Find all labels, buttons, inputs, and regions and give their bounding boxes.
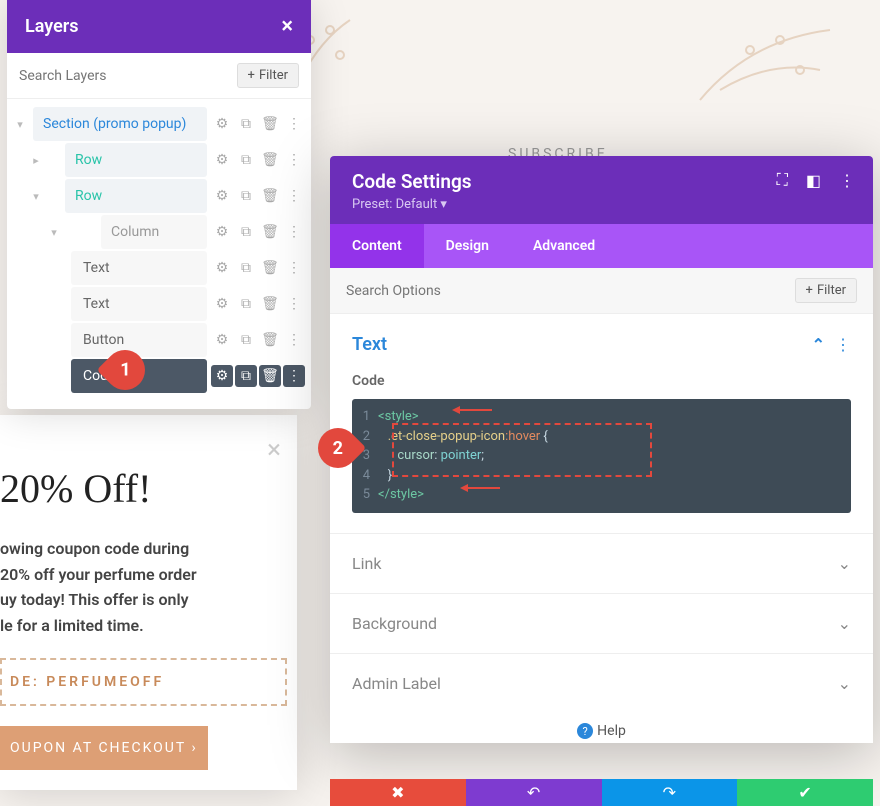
gear-icon[interactable]: ⚙	[211, 293, 233, 315]
coupon-code-box: DE: PERFUMEOFF	[0, 658, 287, 706]
tab-design[interactable]: Design	[424, 224, 511, 268]
cancel-button[interactable]: ✖	[330, 779, 466, 806]
duplicate-icon[interactable]: ⧉	[235, 113, 257, 135]
dots-icon[interactable]: ⋮	[283, 293, 305, 315]
dots-icon[interactable]: ⋮	[835, 335, 851, 354]
modal-search-row: + Filter	[330, 268, 873, 314]
modal-action-bar: ✖ ↶ ↷ ✔	[330, 779, 873, 806]
dots-icon[interactable]: ⋮	[839, 171, 855, 190]
layers-title: Layers	[25, 16, 79, 37]
dots-icon[interactable]: ⋮	[283, 257, 305, 279]
gear-icon[interactable]: ⚙	[211, 257, 233, 279]
layers-filter-button[interactable]: + Filter	[237, 63, 299, 88]
chevron-down-icon: ⌄	[838, 614, 851, 633]
trash-icon[interactable]: 🗑	[259, 149, 281, 171]
gear-icon[interactable]: ⚙	[211, 113, 233, 135]
accordion-admin-label[interactable]: Admin Label⌄	[330, 653, 873, 713]
trash-icon[interactable]: 🗑	[259, 365, 281, 387]
gear-icon[interactable]: ⚙	[211, 149, 233, 171]
close-icon[interactable]: ×	[267, 435, 281, 465]
popup-preview: × 20% Off! owing coupon code during 20% …	[0, 415, 297, 790]
dots-icon[interactable]: ⋮	[283, 149, 305, 171]
trash-icon[interactable]: 🗑	[259, 113, 281, 135]
tree-row-row2[interactable]: ▾ Row ⚙ ⧉ 🗑 ⋮	[13, 179, 305, 213]
duplicate-icon[interactable]: ⧉	[235, 149, 257, 171]
tree-row-text1[interactable]: Text ⚙ ⧉ 🗑 ⋮	[13, 251, 305, 285]
dots-icon[interactable]: ⋮	[283, 365, 305, 387]
gear-icon[interactable]: ⚙	[211, 365, 233, 387]
help-link[interactable]: ?Help	[330, 713, 873, 744]
tree-row-row1[interactable]: ▸ Row ⚙ ⧉ 🗑 ⋮	[13, 143, 305, 177]
modal-title: Code Settings	[352, 170, 472, 193]
chevron-down-icon: ⌄	[838, 554, 851, 573]
tab-content[interactable]: Content	[330, 224, 424, 268]
plus-icon: +	[248, 68, 255, 83]
help-icon: ?	[577, 723, 593, 739]
apply-coupon-button[interactable]: OUPON AT CHECKOUT ›	[0, 726, 208, 770]
expand-icon[interactable]: ⛶	[777, 170, 788, 190]
layers-tree: ▾ Section (promo popup) ⚙ ⧉ 🗑 ⋮ ▸ Row ⚙ …	[7, 99, 311, 409]
modal-tabs: Content Design Advanced	[330, 224, 873, 268]
chevron-down-icon[interactable]: ▾	[29, 190, 43, 203]
duplicate-icon[interactable]: ⧉	[235, 365, 257, 387]
tree-row-column[interactable]: ▾ Column ⚙ ⧉ 🗑 ⋮	[13, 215, 305, 249]
tree-row-text2[interactable]: Text ⚙ ⧉ 🗑 ⋮	[13, 287, 305, 321]
duplicate-icon[interactable]: ⧉	[235, 329, 257, 351]
dots-icon[interactable]: ⋮	[283, 329, 305, 351]
accordion-link[interactable]: Link⌄	[330, 533, 873, 593]
code-editor[interactable]: 1<style> 2 .et-close-popup-icon:hover { …	[352, 399, 851, 513]
duplicate-icon[interactable]: ⧉	[235, 257, 257, 279]
dots-icon[interactable]: ⋮	[283, 185, 305, 207]
chevron-up-icon[interactable]: ⌃	[812, 335, 825, 354]
plus-icon: +	[806, 283, 813, 298]
layers-search-input[interactable]	[19, 68, 237, 84]
tree-row-button[interactable]: Button ⚙ ⧉ 🗑 ⋮	[13, 323, 305, 357]
tree-row-section[interactable]: ▾ Section (promo popup) ⚙ ⧉ 🗑 ⋮	[13, 107, 305, 141]
undo-button[interactable]: ↶	[466, 779, 602, 806]
gear-icon[interactable]: ⚙	[211, 221, 233, 243]
gear-icon[interactable]: ⚙	[211, 185, 233, 207]
save-button[interactable]: ✔	[737, 779, 873, 806]
options-filter-button[interactable]: + Filter	[795, 278, 857, 303]
duplicate-icon[interactable]: ⧉	[235, 221, 257, 243]
preset-dropdown[interactable]: Preset: Default ▾	[352, 197, 472, 212]
modal-header: Code Settings Preset: Default ▾ ⛶ ◧ ⋮	[330, 156, 873, 224]
close-icon[interactable]: ×	[281, 14, 293, 39]
snap-icon[interactable]: ◧	[806, 171, 821, 190]
section-text-title: Text	[352, 334, 387, 355]
trash-icon[interactable]: 🗑	[259, 257, 281, 279]
options-search-input[interactable]	[346, 283, 795, 299]
trash-icon[interactable]: 🗑	[259, 185, 281, 207]
dots-icon[interactable]: ⋮	[283, 221, 305, 243]
modal-body: Text ⌃ ⋮ Code 1<style> 2 .et-close-popup…	[330, 314, 873, 533]
layers-panel: Layers × + Filter ▾ Section (promo popup…	[7, 0, 311, 409]
chevron-down-icon[interactable]: ▾	[47, 226, 61, 239]
trash-icon[interactable]: 🗑	[259, 329, 281, 351]
popup-heading: 20% Off!	[0, 465, 287, 512]
code-settings-modal: Code Settings Preset: Default ▾ ⛶ ◧ ⋮ Co…	[330, 156, 873, 743]
duplicate-icon[interactable]: ⧉	[235, 185, 257, 207]
chevron-right-icon[interactable]: ▸	[29, 154, 43, 167]
trash-icon[interactable]: 🗑	[259, 221, 281, 243]
chevron-down-icon[interactable]: ▾	[13, 118, 27, 131]
accordion-background[interactable]: Background⌄	[330, 593, 873, 653]
dots-icon[interactable]: ⋮	[283, 113, 305, 135]
chevron-down-icon: ⌄	[838, 674, 851, 693]
tree-row-code[interactable]: Code ⚙ ⧉ 🗑 ⋮	[13, 359, 305, 393]
trash-icon[interactable]: 🗑	[259, 293, 281, 315]
gear-icon[interactable]: ⚙	[211, 329, 233, 351]
tab-advanced[interactable]: Advanced	[511, 224, 617, 268]
popup-body: owing coupon code during 20% off your pe…	[0, 536, 287, 638]
layers-header: Layers ×	[7, 0, 311, 53]
duplicate-icon[interactable]: ⧉	[235, 293, 257, 315]
layers-search-row: + Filter	[7, 53, 311, 99]
redo-button[interactable]: ↷	[602, 779, 738, 806]
code-field-label: Code	[352, 373, 851, 389]
